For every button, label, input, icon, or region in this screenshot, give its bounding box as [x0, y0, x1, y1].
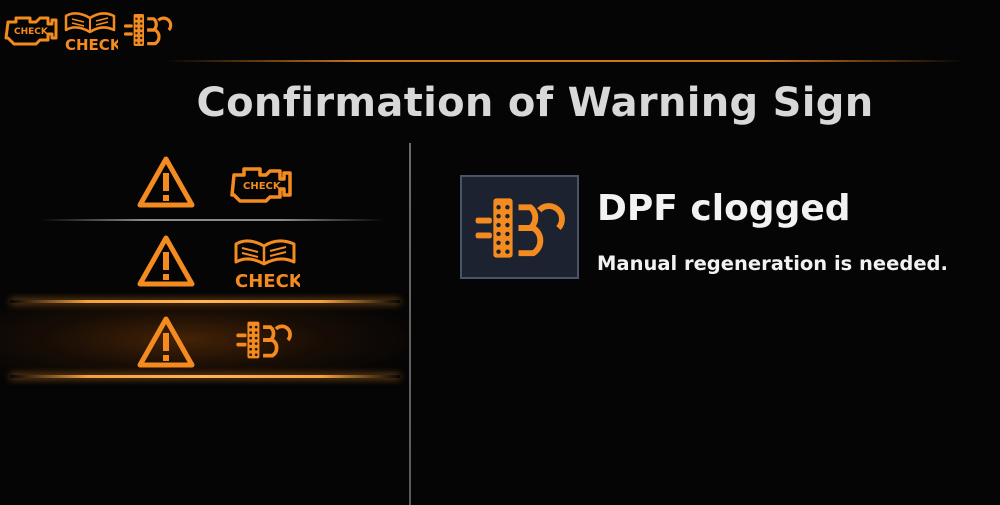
detail-icon-box — [460, 175, 579, 279]
warning-triangle-icon — [137, 156, 195, 208]
check-engine-icon: CHECK — [4, 12, 62, 50]
page-title: Confirmation of Warning Sign — [196, 80, 874, 126]
dpf-icon — [122, 10, 174, 54]
svg-text:CHECK: CHECK — [243, 181, 282, 192]
status-bar: CHECK CHECK — [0, 0, 1000, 62]
detail-message: Manual regeneration is needed. — [597, 252, 948, 275]
warning-item-check-engine[interactable]: CHECK — [0, 143, 409, 217]
check-manual-icon: CHECK — [62, 8, 123, 56]
dpf-icon — [236, 321, 292, 359]
list-divider — [40, 219, 385, 221]
warning-triangle-icon — [137, 316, 195, 368]
header-divider — [165, 60, 965, 62]
dpf-icon — [475, 198, 565, 258]
detail-title: DPF clogged — [597, 188, 851, 229]
check-manual-icon: CHECK — [234, 239, 300, 290]
warning-item-check-manual[interactable]: CHECK — [0, 222, 409, 296]
svg-text:CHECK: CHECK — [14, 27, 49, 37]
selection-highlight-bottom — [10, 375, 400, 378]
check-engine-icon: CHECK — [230, 167, 292, 203]
svg-text:CHECK: CHECK — [65, 36, 118, 52]
svg-text:CHECK: CHECK — [235, 271, 300, 290]
warning-triangle-icon — [137, 235, 195, 287]
panel-divider — [409, 143, 411, 505]
warning-item-dpf[interactable] — [0, 303, 409, 376]
warning-list: CHECK CHECK — [0, 143, 409, 505]
